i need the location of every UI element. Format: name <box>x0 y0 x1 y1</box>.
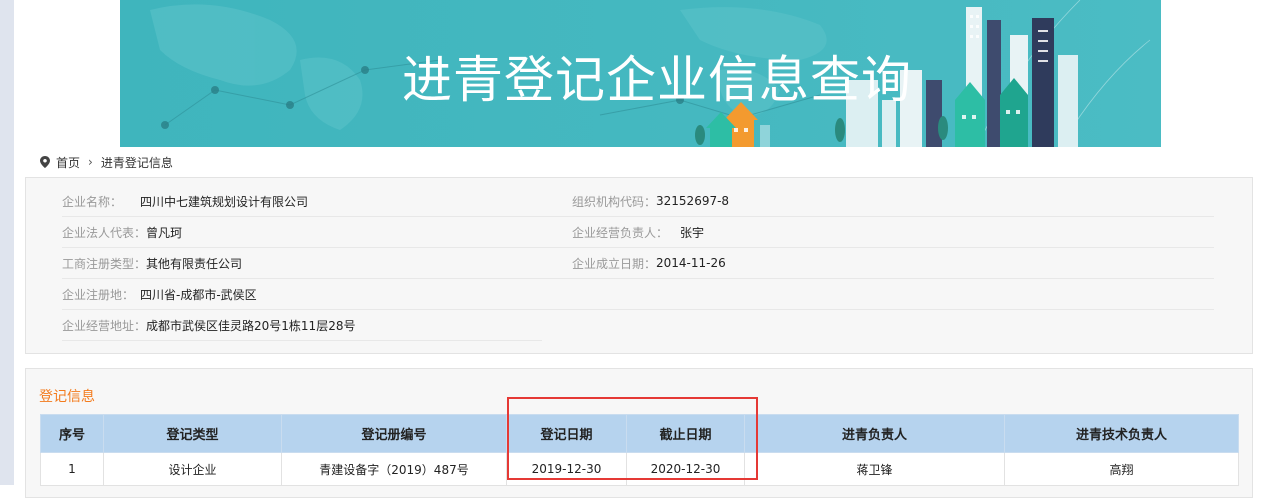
breadcrumb-current: 进青登记信息 <box>100 155 173 170</box>
legal-rep-label: 企业法人代表： <box>62 225 147 240</box>
info-row-address: 企业经营地址： 成都市武侯区佳灵路20号1栋11层28号 <box>62 310 542 341</box>
registration-table: 序号 登记类型 登记册编号 登记日期 截止日期 进青负责人 进青技术负责人 1 … <box>40 414 1239 486</box>
table-row: 1 设计企业 青建设备字（2019）487号 2019-12-30 2020-1… <box>40 452 1239 486</box>
column-header-tech-manager: 进青技术负责人 <box>1004 414 1239 453</box>
cell-expiry-date: 2020-12-30 <box>626 452 745 486</box>
reg-type-value: 其他有限责任公司 <box>146 256 243 271</box>
info-row-name: 企业名称： 四川中七建筑规划设计有限公司 组织机构代码： 32152697-8 <box>62 186 1214 217</box>
left-edge-strip <box>0 0 14 485</box>
table-header-row: 序号 登记类型 登记册编号 登记日期 截止日期 进青负责人 进青技术负责人 <box>40 414 1239 453</box>
company-name-value: 四川中七建筑规划设计有限公司 <box>140 194 309 209</box>
banner-title: 进青登记企业信息查询 <box>402 51 912 109</box>
location-pin-icon <box>40 156 50 168</box>
column-header-reg-date: 登记日期 <box>506 414 627 453</box>
cell-reg-number: 青建设备字（2019）487号 <box>281 452 507 486</box>
reg-place-value: 四川省-成都市-武侯区 <box>140 287 257 302</box>
org-code-field: 组织机构代码： 32152697-8 <box>572 186 729 216</box>
cell-reg-type: 设计企业 <box>103 452 282 486</box>
breadcrumb-separator: › <box>88 155 93 169</box>
info-row-legal: 企业法人代表： 曾凡珂 企业经营负责人： 张宇 <box>62 217 1214 248</box>
column-header-expiry-date: 截止日期 <box>626 414 745 453</box>
cell-reg-date: 2019-12-30 <box>506 452 627 486</box>
company-name-label: 企业名称： <box>62 194 123 209</box>
founded-label: 企业成立日期： <box>572 256 657 271</box>
founded-value: 2014-11-26 <box>656 256 726 270</box>
cell-tech-manager: 高翔 <box>1004 452 1239 486</box>
column-header-reg-number: 登记册编号 <box>281 414 507 453</box>
address-value: 成都市武侯区佳灵路20号1栋11层28号 <box>146 318 356 333</box>
breadcrumb: 首页 › 进青登记信息 <box>40 154 173 170</box>
manager-value: 张宇 <box>680 225 705 240</box>
manager-label: 企业经营负责人： <box>572 225 669 240</box>
cell-manager: 蒋卫锋 <box>744 452 1005 486</box>
cell-index: 1 <box>40 452 104 486</box>
founded-field: 企业成立日期： 2014-11-26 <box>572 248 726 278</box>
org-code-value: 32152697-8 <box>656 194 730 208</box>
reg-place-label: 企业注册地： <box>62 287 135 302</box>
company-info-panel: 企业名称： 四川中七建筑规划设计有限公司 组织机构代码： 32152697-8 … <box>25 177 1253 354</box>
registration-panel: 登记信息 序号 登记类型 登记册编号 登记日期 截止日期 进青负责人 进青技术负… <box>25 368 1253 498</box>
info-row-regtype: 工商注册类型： 其他有限责任公司 企业成立日期： 2014-11-26 <box>62 248 1214 279</box>
column-header-manager: 进青负责人 <box>744 414 1005 453</box>
column-header-reg-type: 登记类型 <box>103 414 282 453</box>
org-code-label: 组织机构代码： <box>572 194 657 209</box>
page-banner: 进青登记企业信息查询 <box>120 0 1161 147</box>
manager-field: 企业经营负责人： 张宇 <box>572 217 704 247</box>
address-label: 企业经营地址： <box>62 318 147 333</box>
reg-type-label: 工商注册类型： <box>62 256 147 271</box>
registration-section-title: 登记信息 <box>39 389 95 405</box>
info-row-regplace: 企业注册地： 四川省-成都市-武侯区 <box>62 279 1214 310</box>
breadcrumb-home-link[interactable]: 首页 <box>56 154 80 171</box>
legal-rep-value: 曾凡珂 <box>146 225 183 240</box>
column-header-index: 序号 <box>40 414 104 453</box>
